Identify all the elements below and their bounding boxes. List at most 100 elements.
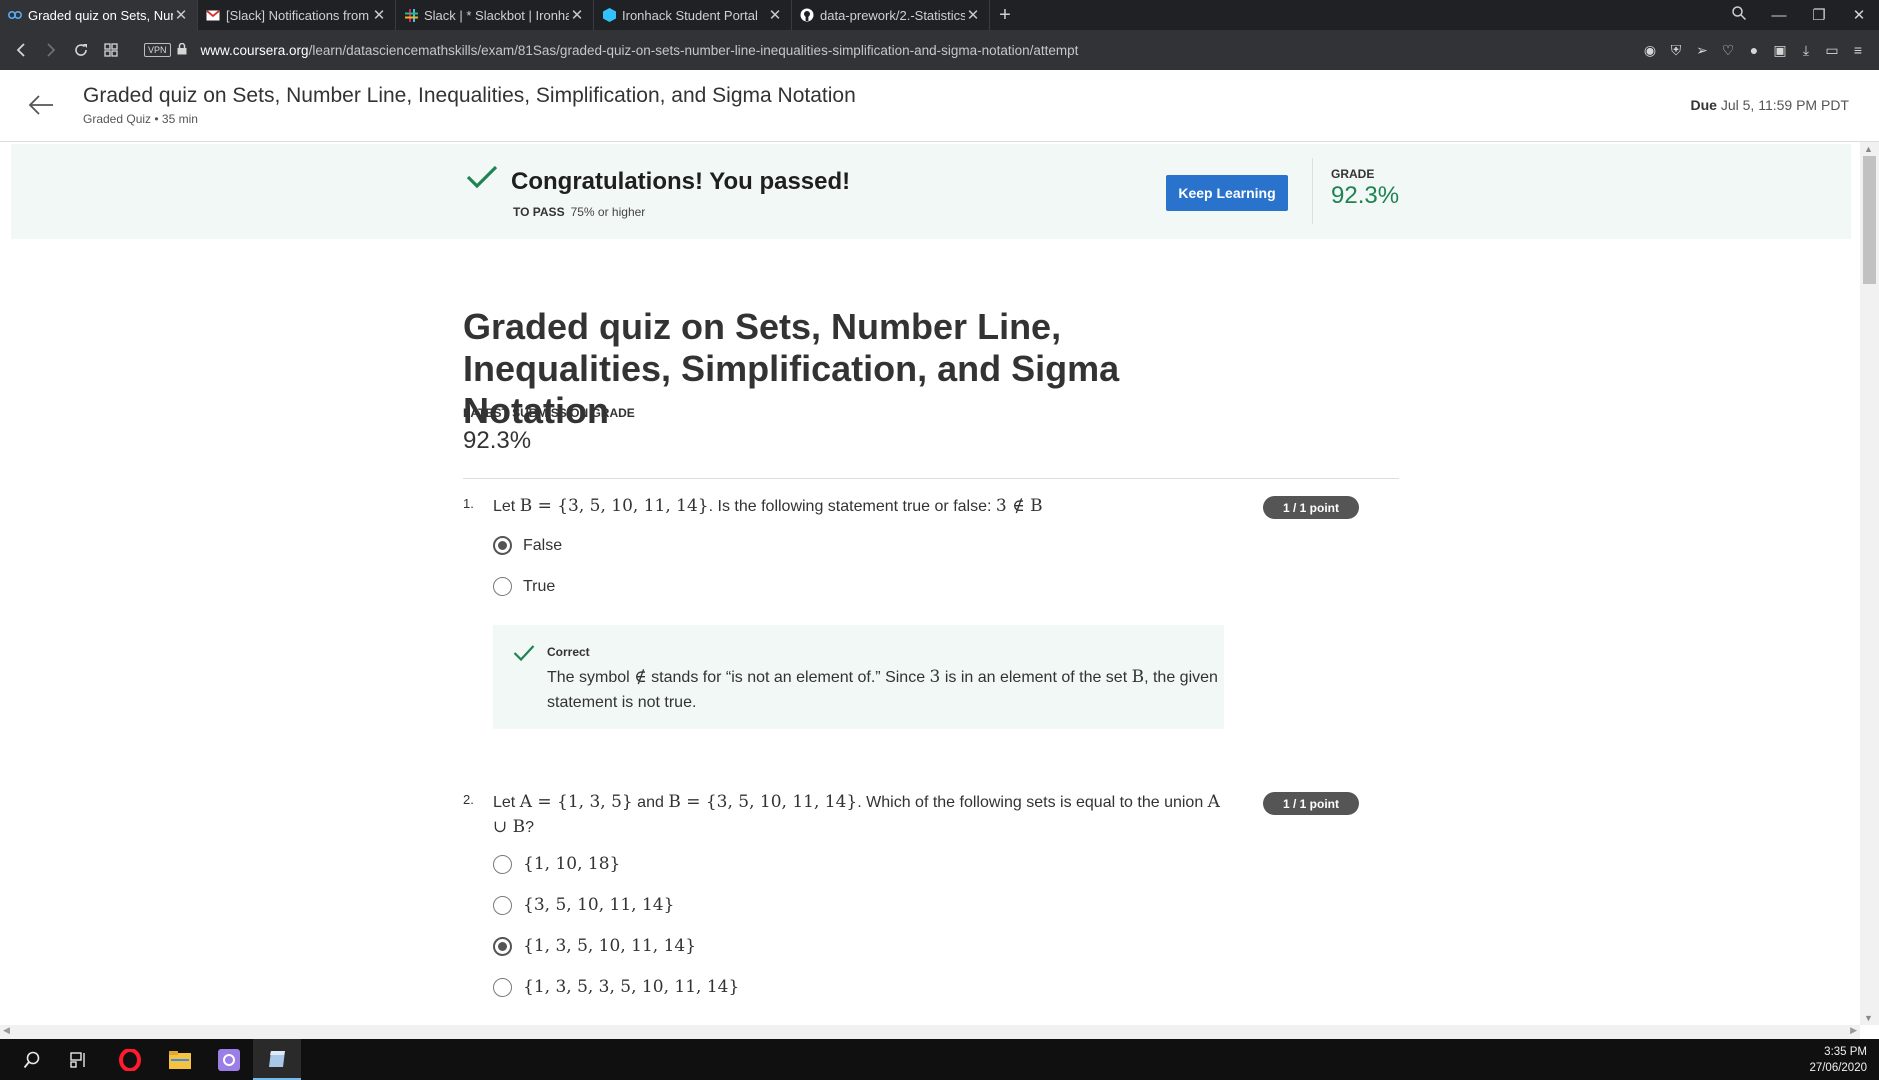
option-label: True <box>523 577 556 595</box>
clock-time: 3:35 PM <box>1824 1046 1867 1058</box>
option-label: {1, 10, 18} <box>523 854 621 874</box>
radio-icon[interactable] <box>493 854 512 874</box>
close-icon[interactable]: ✕ <box>965 6 981 24</box>
search-icon[interactable] <box>8 1039 56 1080</box>
search-tabs-icon[interactable] <box>1719 6 1759 24</box>
lock-icon[interactable] <box>177 42 187 58</box>
answer-option[interactable]: {1, 10, 18} <box>493 854 620 874</box>
to-pass-value: 75% or higher <box>570 205 646 219</box>
file-explorer-icon[interactable] <box>156 1039 204 1080</box>
vpn-badge[interactable]: VPN <box>144 43 171 57</box>
clock-date: 27/06/2020 <box>1809 1062 1867 1074</box>
answer-option[interactable]: False <box>493 536 562 555</box>
forward-icon[interactable] <box>38 37 64 63</box>
vertical-scrollbar[interactable]: ▲ ▼ <box>1860 142 1879 1025</box>
question-text-part: Let <box>493 794 520 811</box>
radio-icon[interactable] <box>493 577 512 596</box>
answer-option[interactable]: {1, 3, 5, 3, 5, 10, 11, 14} <box>493 977 739 997</box>
browser-tab[interactable]: Ironhack Student Portal ✕ <box>594 0 792 30</box>
answer-option[interactable]: True <box>493 577 555 596</box>
camera-icon[interactable]: ◉ <box>1637 42 1663 59</box>
math-expression: 3 ∉ B <box>995 496 1043 516</box>
math-expression: B = {3, 5, 10, 11, 14} <box>519 496 709 516</box>
grade-label: GRADE <box>1331 167 1375 181</box>
radio-selected-icon[interactable] <box>493 936 512 956</box>
latest-grade-value: 92.3% <box>463 427 532 454</box>
coursera-icon <box>8 8 22 22</box>
tab-title: [Slack] Notifications from th <box>226 7 371 23</box>
heart-icon[interactable]: ♡ <box>1715 42 1741 59</box>
feedback-heading: Correct <box>547 645 590 659</box>
math-expression: ∉ <box>634 667 647 687</box>
url-domain: www.coursera.org <box>200 42 309 58</box>
browser-tab[interactable]: Graded quiz on Sets, Numb ✕ <box>0 0 198 30</box>
send-icon[interactable]: ➢ <box>1689 42 1715 59</box>
pass-banner: Congratulations! You passed! TO PASS 75% … <box>11 144 1851 239</box>
notes-app-icon[interactable] <box>253 1039 301 1080</box>
divider <box>463 478 1399 479</box>
due-label: Due <box>1690 97 1717 113</box>
extension-icon[interactable]: ● <box>1741 42 1767 58</box>
system-clock[interactable]: 3:35 PM 27/06/2020 <box>1809 1044 1867 1076</box>
restore-icon[interactable]: ❐ <box>1799 6 1839 24</box>
close-icon[interactable]: ✕ <box>371 6 387 24</box>
taskbar: 3:35 PM 27/06/2020 <box>0 1039 1879 1080</box>
close-window-icon[interactable]: ✕ <box>1839 6 1879 24</box>
speed-dial-icon[interactable] <box>98 37 124 63</box>
horizontal-scrollbar[interactable]: ◀ ▶ <box>0 1025 1860 1039</box>
tab-title: Slack | * Slackbot | Ironhack <box>424 7 569 23</box>
github-icon <box>800 8 814 22</box>
minimize-icon[interactable]: — <box>1759 7 1799 24</box>
browser-tab[interactable]: Slack | * Slackbot | Ironhack ✕ <box>396 0 594 30</box>
back-arrow-icon[interactable] <box>26 90 56 120</box>
opera-icon[interactable] <box>106 1039 154 1080</box>
scroll-up-icon[interactable]: ▲ <box>1864 144 1873 154</box>
quiz-header: Graded quiz on Sets, Number Line, Inequa… <box>0 70 1879 142</box>
gmail-icon <box>206 8 220 22</box>
header-title: Graded quiz on Sets, Number Line, Inequa… <box>83 84 856 107</box>
photos-app-icon[interactable] <box>205 1039 253 1080</box>
close-icon[interactable]: ✕ <box>569 6 585 24</box>
browser-address-bar: VPN www.coursera.org/learn/datasciencema… <box>0 30 1879 70</box>
radio-selected-icon[interactable] <box>493 536 512 555</box>
feedback-text-part: is in an element of the set <box>940 669 1132 686</box>
browser-tab-bar: Graded quiz on Sets, Numb ✕ [Slack] Noti… <box>0 0 1879 30</box>
ironhack-icon <box>602 8 616 22</box>
question-text-part: and <box>632 794 669 811</box>
checkmark-icon <box>466 164 498 195</box>
task-view-icon[interactable] <box>55 1039 103 1080</box>
checkmark-icon <box>513 644 535 667</box>
url-field[interactable]: www.coursera.org/learn/datasciencemathsk… <box>201 43 1079 58</box>
back-icon[interactable] <box>8 37 34 63</box>
menu-icon[interactable]: ≡ <box>1845 42 1871 58</box>
reload-icon[interactable] <box>68 37 94 63</box>
question-text-part: Let <box>493 498 520 515</box>
option-label: False <box>523 536 563 554</box>
feedback-text-part: The symbol <box>547 669 635 686</box>
radio-icon[interactable] <box>493 895 512 915</box>
question-number: 1. <box>463 496 474 511</box>
scrollbar-thumb[interactable] <box>1863 156 1876 284</box>
close-icon[interactable]: ✕ <box>173 6 189 24</box>
battery-icon[interactable]: ▭ <box>1819 42 1845 59</box>
browser-tab[interactable]: data-prework/2.-Statistics a ✕ <box>792 0 990 30</box>
scroll-down-icon[interactable]: ▼ <box>1864 1013 1873 1023</box>
math-expression: B <box>1131 667 1145 687</box>
answer-option[interactable]: {1, 3, 5, 10, 11, 14} <box>493 936 696 956</box>
new-tab-button[interactable]: + <box>990 0 1020 30</box>
radio-icon[interactable] <box>493 977 512 997</box>
browser-toolbar: ◉ ⛨ ➢ ♡ ● ▣ ⤓ ▭ ≡ <box>1637 30 1871 70</box>
shield-icon[interactable]: ⛨ <box>1663 42 1689 59</box>
browser-tab[interactable]: [Slack] Notifications from th ✕ <box>198 0 396 30</box>
grade-value: 92.3% <box>1331 182 1400 209</box>
question-text-part: . Is the following statement true or fal… <box>708 498 996 515</box>
scroll-right-icon[interactable]: ▶ <box>1850 1025 1857 1036</box>
math-expression: A = {1, 3, 5} <box>519 792 633 812</box>
keep-learning-button[interactable]: Keep Learning <box>1166 175 1288 211</box>
close-icon[interactable]: ✕ <box>767 6 783 24</box>
scroll-left-icon[interactable]: ◀ <box>3 1025 10 1036</box>
points-badge: 1 / 1 point <box>1263 496 1359 519</box>
download-icon[interactable]: ⤓ <box>1793 42 1819 59</box>
wallet-icon[interactable]: ▣ <box>1767 42 1793 59</box>
answer-option[interactable]: {3, 5, 10, 11, 14} <box>493 895 674 915</box>
